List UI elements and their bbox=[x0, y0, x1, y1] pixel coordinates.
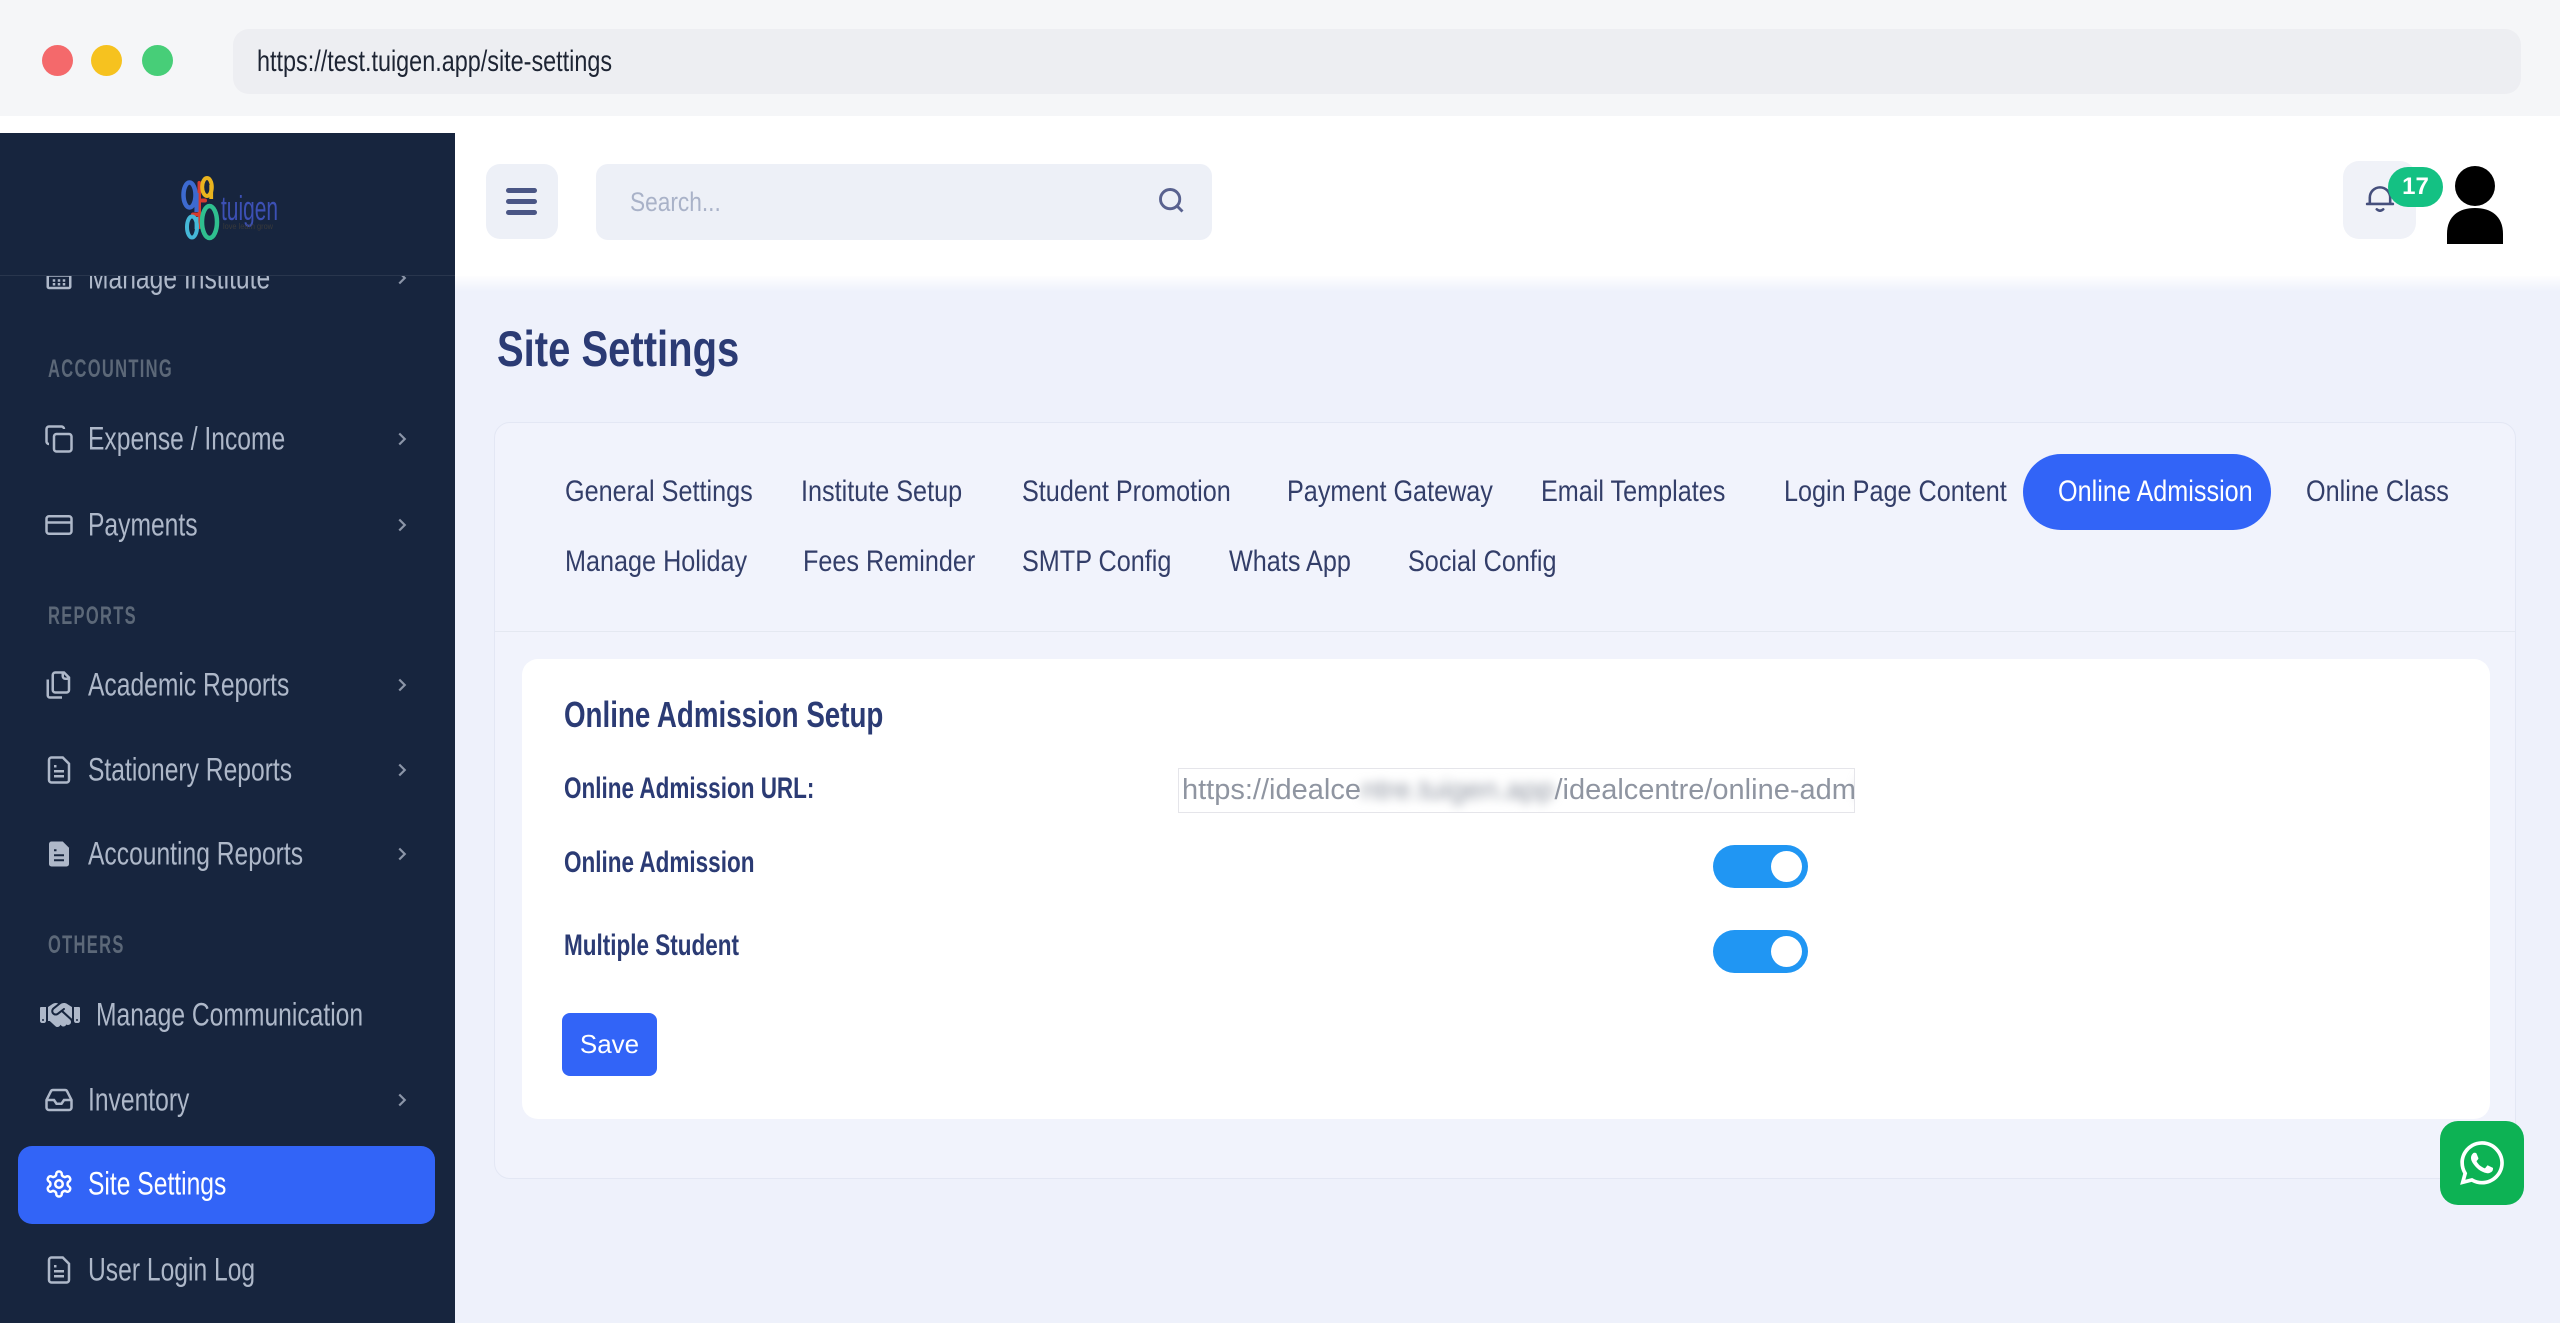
svg-text:love learn grow: love learn grow bbox=[223, 222, 273, 231]
